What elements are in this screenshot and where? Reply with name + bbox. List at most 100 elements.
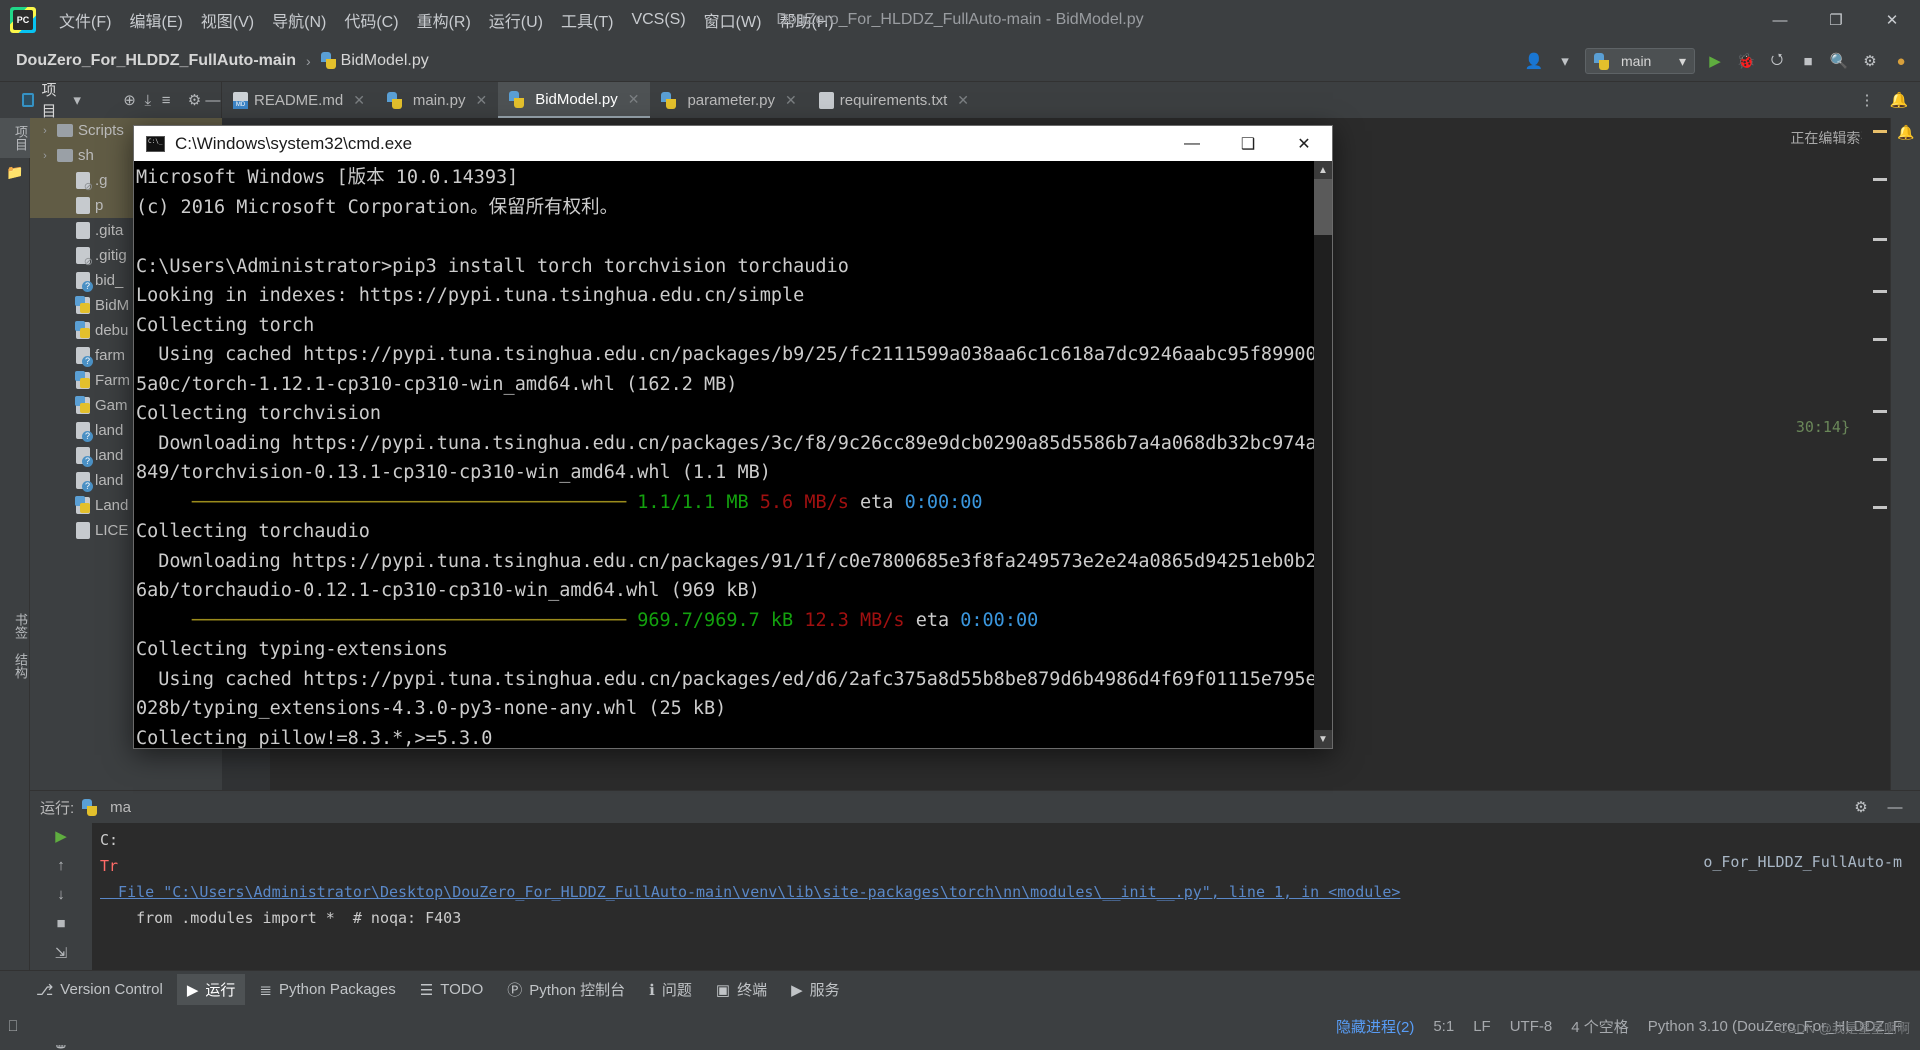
- menu-help[interactable]: 帮助(H): [770, 3, 842, 37]
- tab-main-py[interactable]: main.py ✕: [376, 82, 498, 118]
- status-layout-icon[interactable]: ⎕: [0, 1018, 26, 1035]
- bottom-item-version-control[interactable]: ⎇Version Control: [26, 976, 173, 1004]
- line-separator[interactable]: LF: [1473, 1018, 1491, 1035]
- settings-gear-icon[interactable]: ⚙: [1859, 49, 1881, 73]
- debug-button[interactable]: 🐞: [1735, 49, 1757, 73]
- menu-refactor[interactable]: 重构(R): [408, 3, 480, 37]
- expand-arrow-icon[interactable]: ›: [38, 150, 52, 162]
- cmd-scrollbar[interactable]: ▲ ▼: [1314, 161, 1332, 748]
- maximize-button[interactable]: ❐: [1808, 0, 1864, 40]
- tab-bidmodel-py[interactable]: BidModel.py ✕: [498, 82, 650, 118]
- tab-close-icon[interactable]: ✕: [628, 91, 640, 108]
- tree-label: land: [95, 472, 123, 489]
- run-window-config[interactable]: ma: [110, 799, 131, 816]
- stop-button[interactable]: ■: [1797, 49, 1819, 73]
- tab-overflow-menu-icon[interactable]: ⋮: [1856, 88, 1878, 112]
- cmd-title-bar[interactable]: C:\Windows\system32\cmd.exe — ❑ ✕: [134, 126, 1332, 161]
- bottom-item-python-console[interactable]: ⓅPython 控制台: [497, 974, 635, 1005]
- cmd-window[interactable]: C:\Windows\system32\cmd.exe — ❑ ✕ Micros…: [133, 125, 1333, 749]
- sidebar-item-bookmarks[interactable]: 书签: [0, 606, 30, 646]
- tree-label: Gam: [95, 397, 128, 414]
- run-console-output[interactable]: C: Tr File "C:\Users\Administrator\Deskt…: [92, 823, 1920, 970]
- menu-run[interactable]: 运行(U): [480, 3, 552, 37]
- cmd-output-line: Downloading https://pypi.tuna.tsinghua.e…: [136, 429, 1314, 459]
- cmd-minimize-button[interactable]: —: [1164, 126, 1220, 161]
- menu-window[interactable]: 窗口(W): [695, 3, 771, 37]
- rerun-button[interactable]: ▶: [48, 827, 74, 845]
- collapse-all-icon[interactable]: ≡: [158, 87, 174, 113]
- soft-wrap-button[interactable]: ⇲: [48, 944, 74, 962]
- expand-arrow-icon[interactable]: ›: [38, 125, 52, 137]
- notifications-bell-icon[interactable]: 🔔: [1888, 88, 1910, 112]
- cmd-scroll-thumb[interactable]: [1314, 179, 1332, 235]
- cmd-close-button[interactable]: ✕: [1276, 126, 1332, 161]
- breadcrumb-file[interactable]: BidModel.py: [341, 52, 429, 70]
- hidden-processes-link[interactable]: 隐藏进程(2): [1336, 1016, 1414, 1037]
- close-button[interactable]: ✕: [1864, 0, 1920, 40]
- cmd-scroll-up-arrow-icon[interactable]: ▲: [1314, 161, 1332, 179]
- python-file-icon: [76, 297, 90, 314]
- cmd-output-line: (c) 2016 Microsoft Corporation。保留所有权利。: [136, 193, 1314, 223]
- tab-readme-md[interactable]: README.md ✕: [222, 82, 376, 118]
- tab-close-icon[interactable]: ✕: [957, 92, 969, 109]
- tab-requirements-txt[interactable]: requirements.txt ✕: [808, 82, 980, 118]
- tabs-right-icons: ⋮ 🔔: [1856, 82, 1920, 118]
- panel-settings-gear-icon[interactable]: ⚙: [186, 87, 202, 113]
- panel-hide-icon[interactable]: —: [205, 87, 221, 113]
- menu-edit[interactable]: 编辑(E): [120, 3, 191, 37]
- cmd-output-line: Looking in indexes: https://pypi.tuna.ts…: [136, 281, 1314, 311]
- tree-label: land: [95, 447, 123, 464]
- cmd-scroll-down-arrow-icon[interactable]: ▼: [1314, 730, 1332, 748]
- menu-tools[interactable]: 工具(T): [552, 3, 622, 37]
- tab-close-icon[interactable]: ✕: [475, 92, 487, 109]
- expand-all-icon[interactable]: ⤓: [140, 87, 156, 113]
- breadcrumb-project[interactable]: DouZero_For_HLDDZ_FullAuto-main: [16, 52, 296, 70]
- bottom-item-problems[interactable]: ℹ问题: [639, 974, 702, 1005]
- bottom-item-services[interactable]: ▶服务: [781, 974, 850, 1005]
- tab-close-icon[interactable]: ✕: [353, 92, 365, 109]
- run-window-settings-gear-icon[interactable]: ⚙: [1850, 795, 1872, 819]
- sidebar-item-project[interactable]: 项目: [0, 118, 30, 158]
- file-encoding[interactable]: UTF-8: [1510, 1018, 1553, 1035]
- run-button[interactable]: ▶: [1704, 49, 1726, 73]
- bottom-item-terminal[interactable]: ▣终端: [706, 974, 777, 1005]
- editor-marker-strip[interactable]: [1862, 118, 1890, 865]
- notifications-bell-icon[interactable]: 🔔: [1891, 118, 1920, 146]
- bottom-item-todo[interactable]: ☰TODO: [410, 976, 494, 1004]
- text-file-icon: [76, 197, 90, 214]
- menu-navigate[interactable]: 导航(N): [263, 3, 335, 37]
- python-file-icon: [76, 397, 90, 414]
- updates-icon[interactable]: ●: [1890, 49, 1912, 73]
- project-folder-icon[interactable]: 📁: [0, 158, 30, 186]
- search-icon[interactable]: 🔍: [1828, 49, 1850, 73]
- caret-position[interactable]: 5:1: [1433, 1018, 1454, 1035]
- menu-vcs[interactable]: VCS(S): [622, 6, 694, 34]
- stop-button[interactable]: ■: [48, 915, 74, 932]
- menu-file[interactable]: 文件(F): [50, 3, 120, 37]
- unknown-file-icon: [76, 447, 90, 464]
- bottom-item-python-packages[interactable]: ≣Python Packages: [249, 976, 405, 1004]
- run-window-hide-icon[interactable]: —: [1884, 795, 1906, 819]
- cmd-maximize-button[interactable]: ❑: [1220, 126, 1276, 161]
- minimize-button[interactable]: —: [1752, 0, 1808, 40]
- scroll-down-button[interactable]: ↓: [48, 886, 74, 903]
- account-chevron-down-icon[interactable]: ▾: [1554, 49, 1576, 73]
- tab-parameter-py[interactable]: parameter.py ✕: [650, 82, 807, 118]
- run-configuration-selector[interactable]: main ▾: [1585, 48, 1695, 74]
- scroll-up-button[interactable]: ↑: [48, 857, 74, 874]
- project-panel-title[interactable]: 项目: [22, 79, 61, 121]
- tab-close-icon[interactable]: ✕: [785, 92, 797, 109]
- menu-view[interactable]: 视图(V): [192, 3, 263, 37]
- locate-icon[interactable]: ⊕: [121, 87, 137, 113]
- indent-setting[interactable]: 4 个空格: [1571, 1016, 1629, 1037]
- project-chevron-down-icon[interactable]: ▾: [69, 87, 85, 113]
- bottom-item-run[interactable]: ▶运行: [177, 974, 246, 1005]
- console-line-file-link[interactable]: File "C:\Users\Administrator\Desktop\Dou…: [100, 883, 1400, 901]
- coverage-button[interactable]: ⭯: [1766, 49, 1788, 73]
- sidebar-item-structure[interactable]: 结构: [0, 646, 30, 686]
- breadcrumb-separator: ›: [306, 53, 311, 69]
- cmd-console-output[interactable]: Microsoft Windows [版本 10.0.14393](c) 201…: [134, 161, 1314, 748]
- menu-code[interactable]: 代码(C): [335, 3, 407, 37]
- info-icon: ℹ: [649, 981, 655, 999]
- account-icon[interactable]: 👤: [1523, 49, 1545, 73]
